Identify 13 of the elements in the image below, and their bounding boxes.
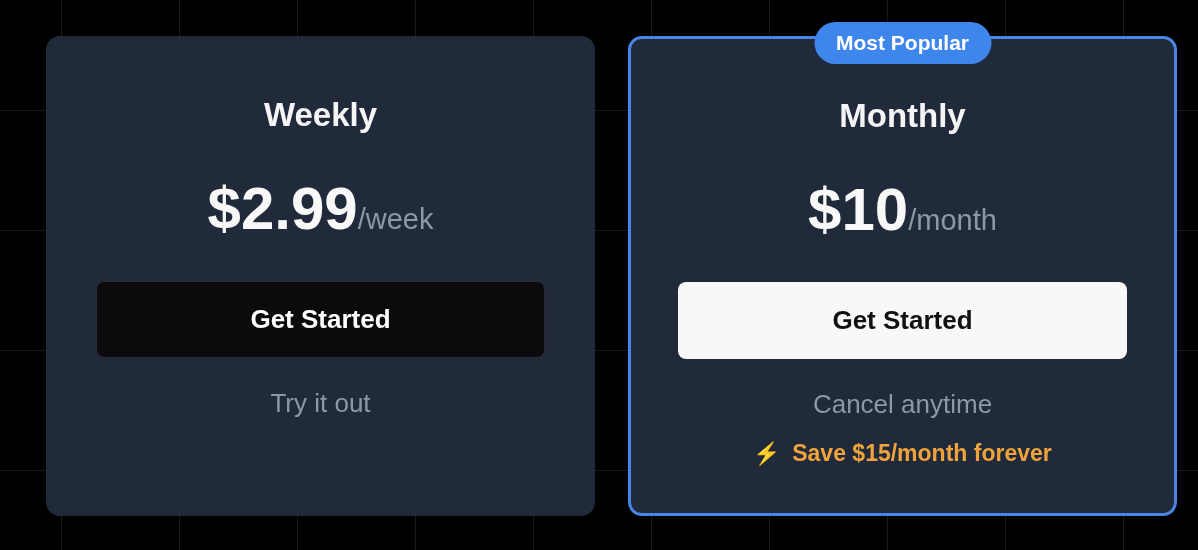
price-period: /week <box>357 203 434 236</box>
plan-note: Cancel anytime <box>812 389 993 420</box>
plan-price: $2.99 <box>207 177 358 241</box>
get-started-button[interactable]: Get Started <box>96 281 545 358</box>
get-started-button[interactable]: Get Started <box>678 282 1127 359</box>
plan-price: $10 <box>808 178 909 242</box>
plan-note: Try it out <box>270 388 371 419</box>
popular-badge: Most Popular <box>814 22 991 64</box>
price-period: /month <box>908 204 997 237</box>
savings-text: Save $15/month forever <box>792 440 1052 467</box>
lightning-icon: ⚡ <box>753 440 781 467</box>
plan-name: Monthly <box>839 96 966 136</box>
plan-name: Weekly <box>263 95 378 135</box>
